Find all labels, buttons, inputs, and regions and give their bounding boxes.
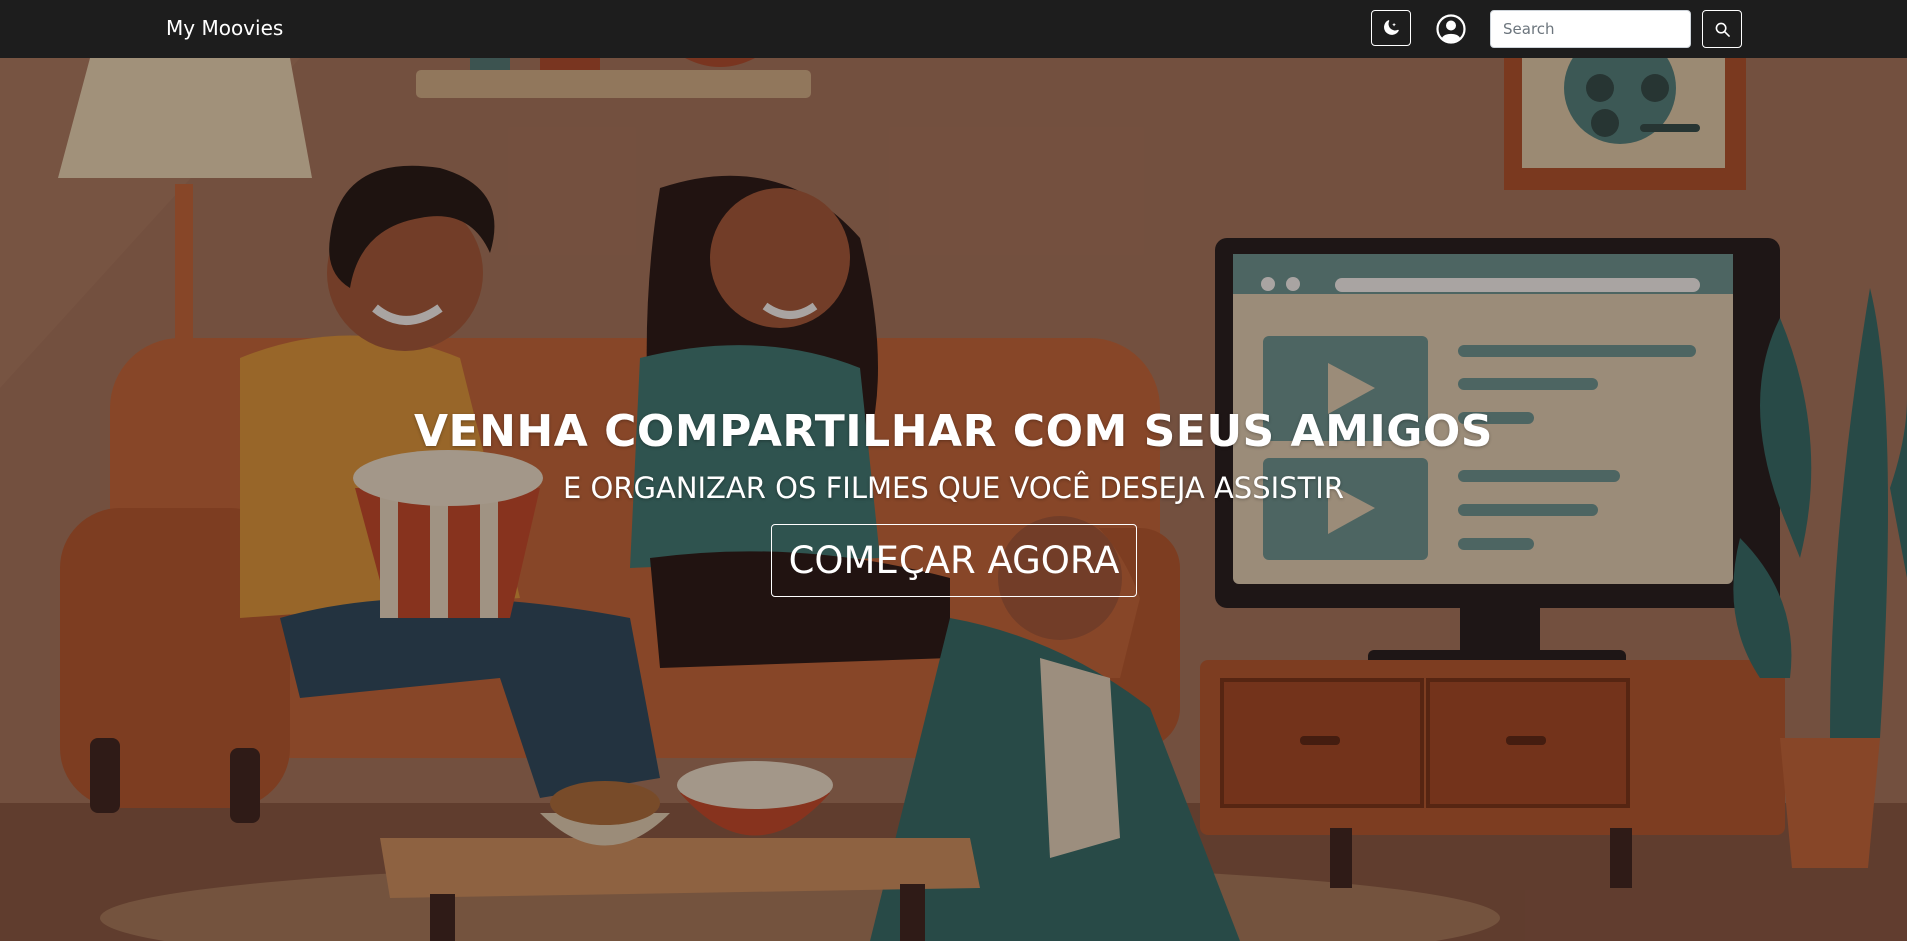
brand-link[interactable]: My Moovies bbox=[166, 16, 283, 40]
user-profile-button[interactable] bbox=[1436, 14, 1466, 44]
search-button[interactable] bbox=[1702, 10, 1742, 48]
search-input[interactable] bbox=[1490, 10, 1691, 48]
start-now-button[interactable]: COMEÇAR AGORA bbox=[771, 524, 1137, 597]
theme-toggle-button[interactable] bbox=[1371, 10, 1411, 46]
hero-subtitle: E ORGANIZAR OS FILMES QUE VOCÊ DESEJA AS… bbox=[562, 471, 1345, 505]
moon-stars-icon bbox=[1384, 20, 1399, 35]
hero-section: VENHA COMPARTILHAR COM SEUS AMIGOS E ORG… bbox=[0, 58, 1907, 941]
user-circle-icon bbox=[1436, 14, 1466, 44]
hero-title: VENHA COMPARTILHAR COM SEUS AMIGOS bbox=[414, 406, 1493, 457]
top-navbar: My Moovies bbox=[0, 0, 1907, 58]
search-icon bbox=[1715, 22, 1730, 37]
